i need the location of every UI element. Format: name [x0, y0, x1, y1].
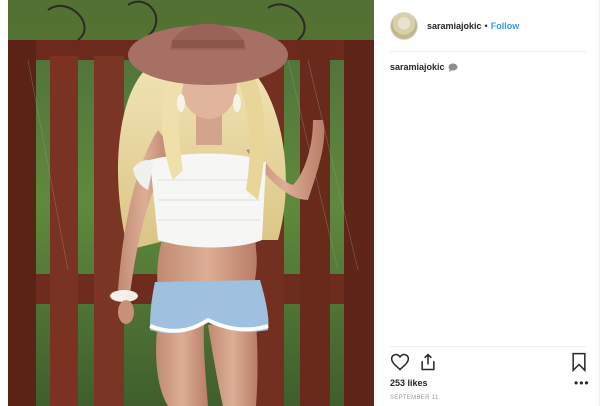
action-bar — [388, 352, 588, 374]
heart-icon[interactable] — [390, 352, 410, 372]
follow-button[interactable]: Follow — [491, 21, 520, 31]
post-header: saramiajokic • Follow — [390, 12, 590, 40]
separator-dot: • — [484, 21, 488, 31]
post-photo[interactable] — [8, 0, 374, 406]
caption-username[interactable]: saramiajokic — [390, 62, 445, 72]
post-date: SEPTEMBER 11 — [390, 395, 439, 401]
share-icon[interactable] — [418, 352, 438, 372]
caption: saramiajokic — [390, 62, 458, 72]
header-divider — [390, 51, 586, 52]
speech-bubble-icon — [448, 63, 458, 72]
avatar[interactable] — [390, 12, 418, 40]
post-side-panel: saramiajokic • Follow saramiajokic 253 l… — [380, 0, 600, 406]
more-options-button[interactable]: ••• — [574, 376, 590, 390]
username[interactable]: saramiajokic — [427, 21, 482, 31]
actions-divider — [390, 346, 586, 347]
bookmark-icon[interactable] — [570, 352, 588, 372]
like-count[interactable]: 253 likes — [390, 378, 428, 388]
